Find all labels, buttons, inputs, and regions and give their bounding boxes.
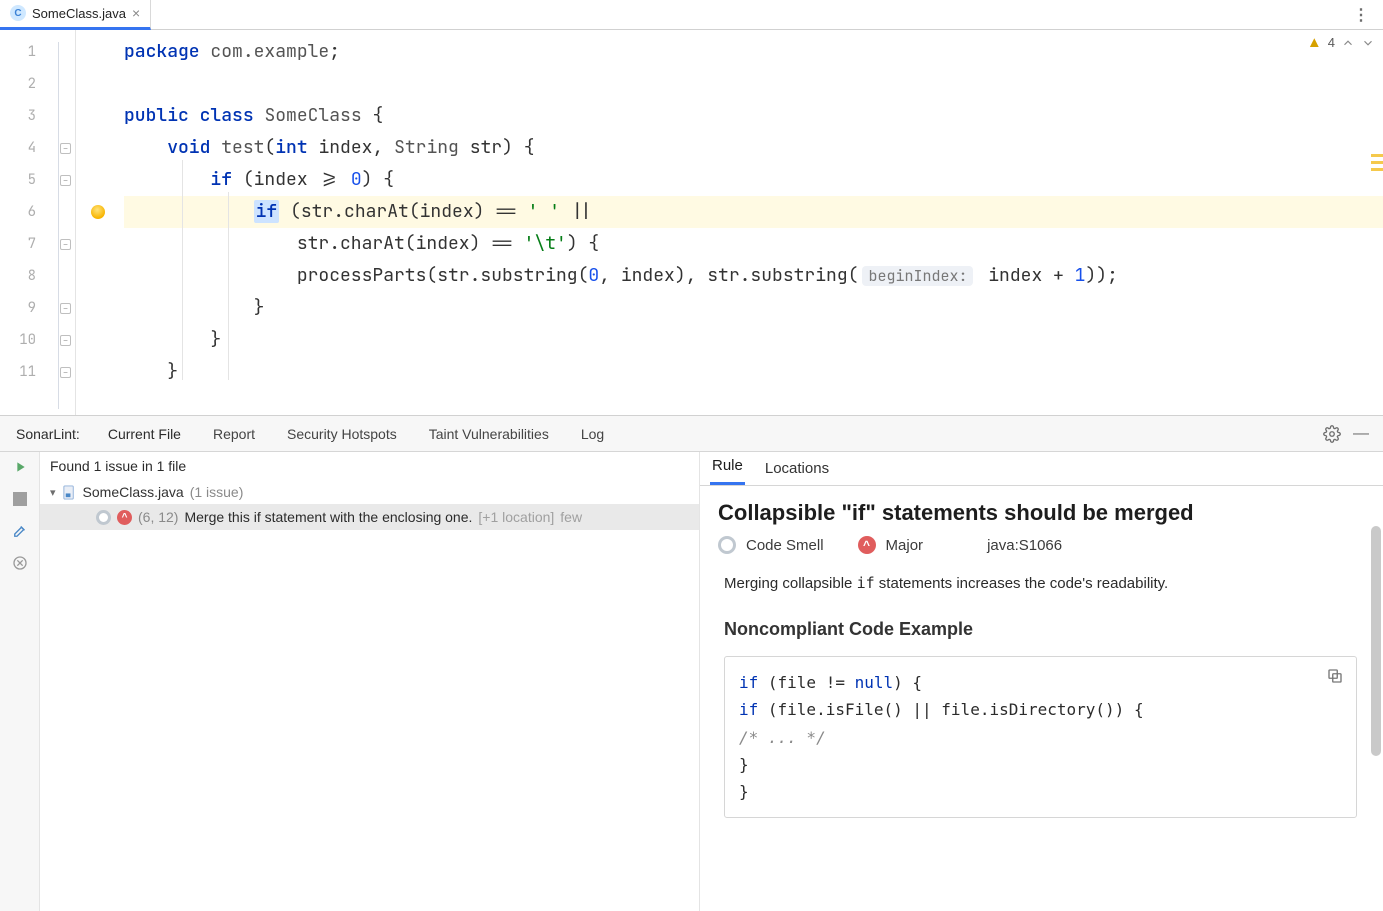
- fold-toggle-icon[interactable]: −: [60, 143, 71, 154]
- rule-meta: Code Smell ^ Major java:S1066: [718, 536, 1365, 554]
- rule-description: Merging collapsible if statements increa…: [724, 572, 1365, 595]
- issues-file-node[interactable]: ▾ SomeClass.java (1 issue): [40, 480, 699, 504]
- tab-file-name: SomeClass.java: [32, 6, 126, 21]
- file-issue-count: (1 issue): [190, 484, 244, 500]
- issues-tree: Found 1 issue in 1 file ▾ SomeClass.java…: [40, 452, 700, 911]
- tab-log[interactable]: Log: [565, 426, 620, 442]
- rule-key: java:S1066: [987, 537, 1062, 554]
- issues-summary: Found 1 issue in 1 file: [40, 452, 699, 480]
- minimize-panel-icon[interactable]: —: [1347, 425, 1375, 443]
- tab-locations[interactable]: Locations: [763, 454, 831, 485]
- rule-severity: Major: [886, 537, 924, 554]
- fold-toggle-icon[interactable]: −: [60, 303, 71, 314]
- code-smell-icon: [718, 536, 736, 554]
- sonarlint-tabstrip: SonarLint: Current File Report Security …: [0, 416, 1383, 452]
- issue-location: (6, 12): [138, 509, 178, 525]
- error-stripe[interactable]: [1371, 64, 1383, 415]
- stop-icon[interactable]: [11, 490, 29, 508]
- issue-row[interactable]: ^ (6, 12) Merge this if statement with t…: [40, 504, 699, 530]
- tab-current-file[interactable]: Current File: [92, 426, 197, 442]
- settings-gear-icon[interactable]: [1317, 425, 1347, 443]
- java-class-icon: C: [10, 5, 26, 21]
- major-severity-icon: ^: [858, 536, 876, 554]
- tab-rule[interactable]: Rule: [710, 452, 745, 485]
- detail-scrollbar[interactable]: [1371, 526, 1381, 901]
- inspection-widget[interactable]: ▲ 4: [1307, 34, 1375, 51]
- warning-count: 4: [1328, 35, 1335, 50]
- issue-extra-locations: [+1 location]: [478, 509, 554, 525]
- fold-toggle-icon[interactable]: −: [60, 239, 71, 250]
- fold-gutter: − − − − − −: [48, 30, 76, 415]
- sonarlint-label: SonarLint:: [4, 426, 92, 442]
- fold-toggle-icon[interactable]: −: [60, 367, 71, 378]
- noncompliant-heading: Noncompliant Code Example: [724, 619, 1365, 640]
- close-tab-icon[interactable]: ×: [132, 6, 140, 20]
- sonarlint-sidebar: [0, 452, 40, 911]
- editor-tabbar: C SomeClass.java × ⋮: [0, 0, 1383, 30]
- chevron-up-icon[interactable]: [1341, 36, 1355, 50]
- rule-type: Code Smell: [746, 537, 824, 554]
- intention-bulb-icon[interactable]: [91, 205, 105, 219]
- code-editor[interactable]: 1234 5678 91011 − − − − − − package com.…: [0, 30, 1383, 416]
- java-file-icon: [62, 485, 77, 500]
- clear-icon[interactable]: [11, 554, 29, 572]
- rule-detail-body: Collapsible "if" statements should be me…: [700, 486, 1383, 911]
- tab-someclass[interactable]: C SomeClass.java ×: [0, 0, 151, 30]
- issue-message: Merge this if statement with the enclosi…: [184, 509, 472, 525]
- copy-icon[interactable]: [1326, 667, 1346, 687]
- configure-icon[interactable]: [11, 522, 29, 540]
- chevron-down-icon[interactable]: [1361, 36, 1375, 50]
- fold-toggle-icon[interactable]: −: [60, 335, 71, 346]
- chevron-down-icon: ▾: [50, 486, 56, 499]
- issue-age: few: [560, 509, 582, 525]
- sonarlint-panel: Found 1 issue in 1 file ▾ SomeClass.java…: [0, 452, 1383, 911]
- tab-security-hotspots[interactable]: Security Hotspots: [271, 426, 413, 442]
- tab-overflow-icon[interactable]: ⋮: [1339, 5, 1383, 25]
- noncompliant-code-block: if (file != null) { if (file.isFile() ||…: [724, 656, 1357, 818]
- inlay-hint: beginIndex:: [862, 266, 973, 286]
- annotation-gutter: [76, 30, 120, 415]
- run-analysis-icon[interactable]: [11, 458, 29, 476]
- fold-toggle-icon[interactable]: −: [60, 175, 71, 186]
- rule-detail-pane: Rule Locations Collapsible "if" statemen…: [700, 452, 1383, 911]
- tab-report[interactable]: Report: [197, 426, 271, 442]
- code-smell-icon: [96, 510, 111, 525]
- file-name: SomeClass.java: [83, 484, 184, 500]
- tab-taint-vulnerabilities[interactable]: Taint Vulnerabilities: [413, 426, 565, 442]
- rule-title: Collapsible "if" statements should be me…: [718, 500, 1365, 526]
- code-area[interactable]: package com.example; public class SomeCl…: [120, 30, 1383, 415]
- detail-tabs: Rule Locations: [700, 452, 1383, 486]
- line-number-gutter: 1234 5678 91011: [0, 30, 48, 415]
- major-severity-icon: ^: [117, 510, 132, 525]
- warning-icon: ▲: [1307, 34, 1322, 51]
